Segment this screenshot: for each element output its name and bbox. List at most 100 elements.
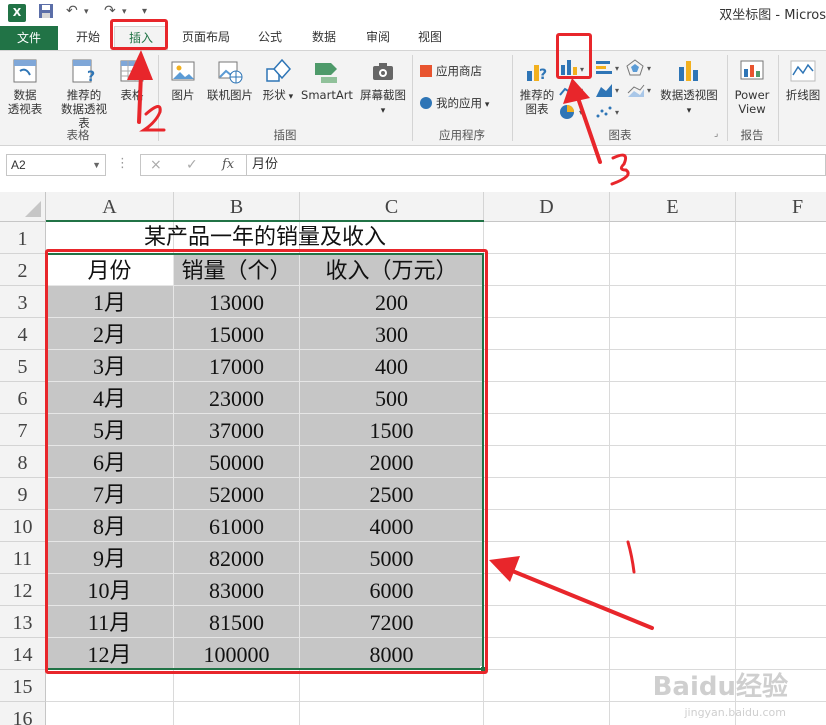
scatter-chart-icon: ▾ <box>596 106 619 118</box>
row-header-10[interactable]: 10 <box>0 510 46 542</box>
pie-chart-button[interactable]: ▾ <box>558 103 588 123</box>
row-header-13[interactable]: 13 <box>0 606 46 638</box>
my-apps-button[interactable]: 我的应用 ▾ <box>420 95 489 113</box>
row-header-4[interactable]: 4 <box>0 318 46 350</box>
charts-dialog-launcher-icon[interactable]: ⌟ <box>714 129 718 139</box>
column-header-b[interactable]: B <box>174 192 300 222</box>
column-header-c[interactable]: C <box>300 192 484 222</box>
cancel-icon[interactable]: × <box>150 157 162 173</box>
row-header-14[interactable]: 14 <box>0 638 46 670</box>
apps-group-label: 应用程序 <box>439 128 485 142</box>
redo-dropdown-icon[interactable]: ▾ <box>122 7 127 17</box>
pivot-chart-icon <box>679 61 698 81</box>
app-store-button[interactable]: 应用商店 <box>420 63 482 79</box>
tab-review[interactable]: 审阅 <box>356 26 400 50</box>
tab-file[interactable]: 文件 <box>0 26 58 50</box>
pivot-table-button[interactable]: 数据 透视表 <box>4 57 46 116</box>
tab-formulas[interactable]: 公式 <box>248 26 292 50</box>
my-apps-icon <box>420 97 432 109</box>
row-header-9[interactable]: 9 <box>0 478 46 510</box>
bar-chart-icon: ▾ <box>596 61 619 74</box>
row-header-12[interactable]: 12 <box>0 574 46 606</box>
table-button[interactable]: 表格 <box>114 57 150 102</box>
row-header-2[interactable]: 2 <box>0 254 46 286</box>
svg-text:▾: ▾ <box>615 64 619 73</box>
undo-icon[interactable]: ↶ <box>66 3 78 19</box>
pie-chart-icon: ▾ <box>560 105 583 119</box>
group-separator <box>512 55 513 141</box>
insert-function-icon[interactable]: fx <box>222 157 234 172</box>
recommended-charts-button[interactable]: ? 推荐的 图表 <box>516 57 558 116</box>
undo-dropdown-icon[interactable]: ▾ <box>84 7 89 17</box>
tab-home[interactable]: 开始 <box>66 26 110 50</box>
reports-group-label: 报告 <box>740 128 764 142</box>
row-header-7[interactable]: 7 <box>0 414 46 446</box>
svg-text:?: ? <box>539 67 547 83</box>
tables-group-label: 表格 <box>66 128 90 142</box>
column-header-a[interactable]: A <box>46 192 174 222</box>
pivot-table-icon <box>13 59 37 83</box>
row-header-16[interactable]: 16 <box>0 702 46 725</box>
scatter-chart-button[interactable]: ▾ <box>594 103 624 123</box>
row-header-3[interactable]: 3 <box>0 286 46 318</box>
sheet-title-cell[interactable]: 某产品一年的销量及收入 <box>46 222 484 252</box>
formula-bar: A2 ▼ ⋮ × ✓ fx 月份 <box>0 146 826 188</box>
recommended-pivot-button[interactable]: ? 推荐的 数据透视表 <box>56 57 112 130</box>
pictures-button[interactable]: 图片 <box>166 57 200 102</box>
name-box[interactable]: A2 ▼ <box>6 154 106 176</box>
pivot-chart-button[interactable]: 数据透视图 ▾ <box>656 57 722 118</box>
area-chart-button[interactable]: ▾ <box>594 81 624 101</box>
row-header-1[interactable]: 1 <box>0 222 46 254</box>
confirm-icon[interactable]: ✓ <box>186 157 198 173</box>
line-chart-button[interactable]: ▾ <box>558 81 588 101</box>
recommended-pivot-icon: ? <box>72 59 95 85</box>
row-header-8[interactable]: 8 <box>0 446 46 478</box>
svg-text:▾: ▾ <box>579 108 583 117</box>
watermark-url: jingyan.baidu.com <box>684 706 786 719</box>
tab-page-layout[interactable]: 页面布局 <box>174 26 238 50</box>
formula-value: 月份 <box>252 157 279 172</box>
column-header-d[interactable]: D <box>484 192 610 222</box>
power-view-icon <box>740 60 764 80</box>
row-header-15[interactable]: 15 <box>0 670 46 702</box>
shapes-button[interactable]: 形状 ▾ <box>260 57 296 104</box>
column-header-f[interactable]: F <box>736 192 826 222</box>
row-header-6[interactable]: 6 <box>0 382 46 414</box>
row-header-5[interactable]: 5 <box>0 350 46 382</box>
group-separator <box>158 55 159 141</box>
combo-chart-button[interactable]: ▾ <box>626 81 656 101</box>
svg-text:▾: ▾ <box>615 86 619 95</box>
store-icon <box>420 65 432 77</box>
select-all-button[interactable] <box>0 192 46 222</box>
smartart-button[interactable]: SmartArt <box>298 57 356 102</box>
gridline-column <box>609 222 610 725</box>
tab-view[interactable]: 视图 <box>408 26 452 50</box>
illustrations-group-label: 插图 <box>273 128 297 142</box>
save-icon[interactable] <box>38 3 54 23</box>
picture-icon <box>171 61 195 81</box>
svg-text:▾: ▾ <box>647 86 651 95</box>
sparkline-line-button[interactable]: 折线图 <box>782 57 824 102</box>
customize-qat-icon[interactable]: ▾ <box>142 6 147 17</box>
name-box-dropdown-icon[interactable]: ▼ <box>92 155 101 175</box>
row-header-11[interactable]: 11 <box>0 542 46 574</box>
formula-input-area[interactable] <box>140 154 826 176</box>
svg-text:▾: ▾ <box>647 64 651 73</box>
online-pictures-button[interactable]: 联机图片 <box>202 57 258 102</box>
power-view-button[interactable]: Power View <box>730 57 774 116</box>
column-header-e[interactable]: E <box>610 192 736 222</box>
tab-data[interactable]: 数据 <box>302 26 346 50</box>
annotation-box-data-range <box>45 249 488 674</box>
formula-bar-grip-icon: ⋮ <box>116 156 129 171</box>
bar-chart-button[interactable]: ▾ <box>594 59 624 79</box>
screenshot-button[interactable]: 屏幕截图 ▾ <box>356 57 410 118</box>
radar-chart-button[interactable]: ▾ <box>626 59 656 79</box>
area-chart-icon: ▾ <box>596 84 619 97</box>
redo-icon[interactable]: ↷ <box>104 3 116 19</box>
svg-text:▾: ▾ <box>579 86 583 95</box>
table-icon <box>120 60 144 82</box>
ribbon: 数据 透视表 ? 推荐的 数据透视表 表格 表格 图片 联机图片 形状 ▾ Sm… <box>0 50 826 146</box>
screenshot-icon <box>373 63 393 80</box>
window-title: 双坐标图 - Micros <box>719 8 826 23</box>
shapes-icon <box>266 58 292 82</box>
